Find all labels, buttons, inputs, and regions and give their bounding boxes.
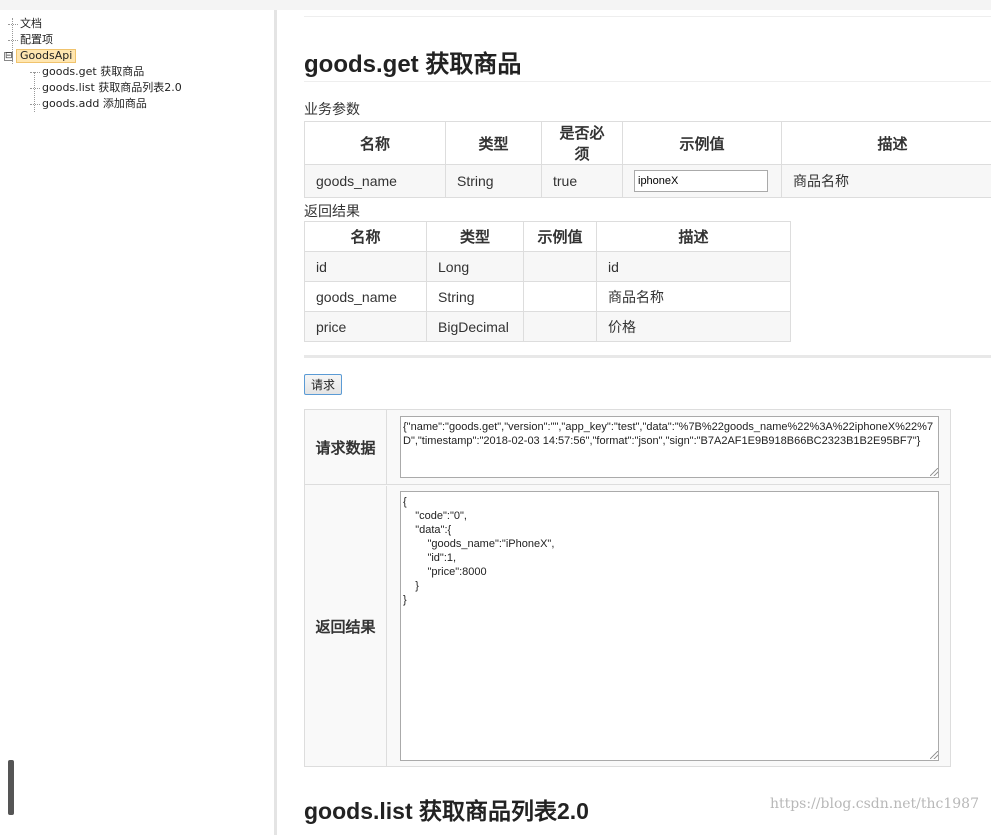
- cell-desc: 商品名称: [781, 164, 991, 198]
- request-panel: 请求数据 {"name":"goods.get","version":"","a…: [304, 409, 951, 767]
- column-header: 描述: [781, 121, 991, 165]
- column-header: 描述: [596, 221, 791, 252]
- cell-example: [523, 251, 597, 282]
- section-divider: [304, 355, 991, 358]
- tree-item-docs[interactable]: 文档: [8, 16, 182, 32]
- page-title: goods.get 获取商品: [304, 51, 522, 78]
- table-row: goods_name String true 商品名称: [304, 164, 991, 198]
- tree-item-config[interactable]: 配置项: [8, 32, 182, 48]
- cell-type: BigDecimal: [426, 311, 524, 342]
- tree-item-goods-get-label: goods.get 获取商品: [42, 65, 145, 78]
- cell-example: [523, 281, 597, 312]
- column-header: 示例值: [523, 221, 597, 252]
- collapse-icon[interactable]: ⊟: [4, 51, 13, 61]
- tree-item-docs-label: 文档: [20, 17, 42, 30]
- tree-item-config-label: 配置项: [20, 33, 53, 46]
- table-row: price BigDecimal 价格: [304, 311, 791, 342]
- request-button[interactable]: 请求: [304, 374, 343, 395]
- top-bar: [0, 0, 991, 10]
- tree-item-goods-list[interactable]: goods.list 获取商品列表2.0: [8, 80, 182, 96]
- resize-grip-icon[interactable]: [930, 468, 938, 476]
- watermark: https://blog.csdn.net/thc1987: [769, 796, 979, 812]
- main-content: goods.get 获取商品 业务参数 名称 类型 是否必须 示例值 描述 go…: [277, 10, 991, 835]
- tree-item-goods-add-label: goods.add 添加商品: [42, 97, 147, 110]
- sidebar-scroll-handle[interactable]: [8, 760, 14, 815]
- response-label: 返回结果: [305, 486, 387, 766]
- divider-line: [304, 81, 991, 82]
- cell-required: true: [541, 164, 623, 198]
- response-textarea[interactable]: { "code":"0", "data":{ "goods_name":"iPh…: [400, 491, 939, 761]
- table-row: id Long id: [304, 251, 791, 282]
- column-header: 类型: [426, 221, 524, 252]
- table-header-row: 名称 类型 是否必须 示例值 描述: [304, 121, 991, 165]
- tree-item-goodsapi[interactable]: ⊟ GoodsApi: [4, 48, 182, 64]
- tree-item-goods-get[interactable]: goods.get 获取商品: [8, 64, 182, 80]
- request-data-label: 请求数据: [305, 410, 387, 484]
- example-value-input[interactable]: [634, 170, 768, 192]
- column-header: 示例值: [622, 121, 782, 165]
- request-data-textarea[interactable]: {"name":"goods.get","version":"","app_ke…: [400, 416, 939, 478]
- cell-example: [523, 311, 597, 342]
- cell-example: [622, 164, 782, 198]
- request-data-row: 请求数据 {"name":"goods.get","version":"","a…: [305, 410, 950, 485]
- table-row: goods_name String 商品名称: [304, 281, 791, 312]
- cell-type: Long: [426, 251, 524, 282]
- return-result-label: 返回结果: [304, 203, 360, 219]
- resize-grip-icon[interactable]: [930, 751, 938, 759]
- tree-item-goods-add[interactable]: goods.add 添加商品: [8, 96, 182, 112]
- next-section-title: goods.list 获取商品列表2.0: [304, 798, 589, 824]
- cell-name: id: [304, 251, 427, 282]
- table-header-row: 名称 类型 示例值 描述: [304, 221, 791, 252]
- cell-type: String: [445, 164, 542, 198]
- cell-type: String: [426, 281, 524, 312]
- divider-line: [304, 16, 991, 17]
- tree-item-goods-list-label: goods.list 获取商品列表2.0: [42, 81, 182, 94]
- cell-name: goods_name: [304, 164, 446, 198]
- cell-desc: 商品名称: [596, 281, 791, 312]
- cell-name: goods_name: [304, 281, 427, 312]
- cell-desc: id: [596, 251, 791, 282]
- response-row: 返回结果 { "code":"0", "data":{ "goods_name"…: [305, 486, 950, 766]
- sidebar-tree-panel: 文档 配置项 ⊟ GoodsApi goods.get 获取商品 goods.li…: [0, 10, 274, 835]
- column-header: 名称: [304, 121, 446, 165]
- column-header: 类型: [445, 121, 542, 165]
- return-result-table: 名称 类型 示例值 描述 id Long id goods_name Strin…: [304, 221, 791, 342]
- api-tree: 文档 配置项 ⊟ GoodsApi goods.get 获取商品 goods.li…: [4, 16, 182, 112]
- biz-params-label: 业务参数: [304, 101, 360, 117]
- column-header: 是否必须: [541, 121, 623, 165]
- biz-params-table: 名称 类型 是否必须 示例值 描述 goods_name String true…: [304, 121, 991, 198]
- cell-desc: 价格: [596, 311, 791, 342]
- tree-item-goodsapi-label[interactable]: GoodsApi: [16, 49, 77, 63]
- column-header: 名称: [304, 221, 427, 252]
- cell-name: price: [304, 311, 427, 342]
